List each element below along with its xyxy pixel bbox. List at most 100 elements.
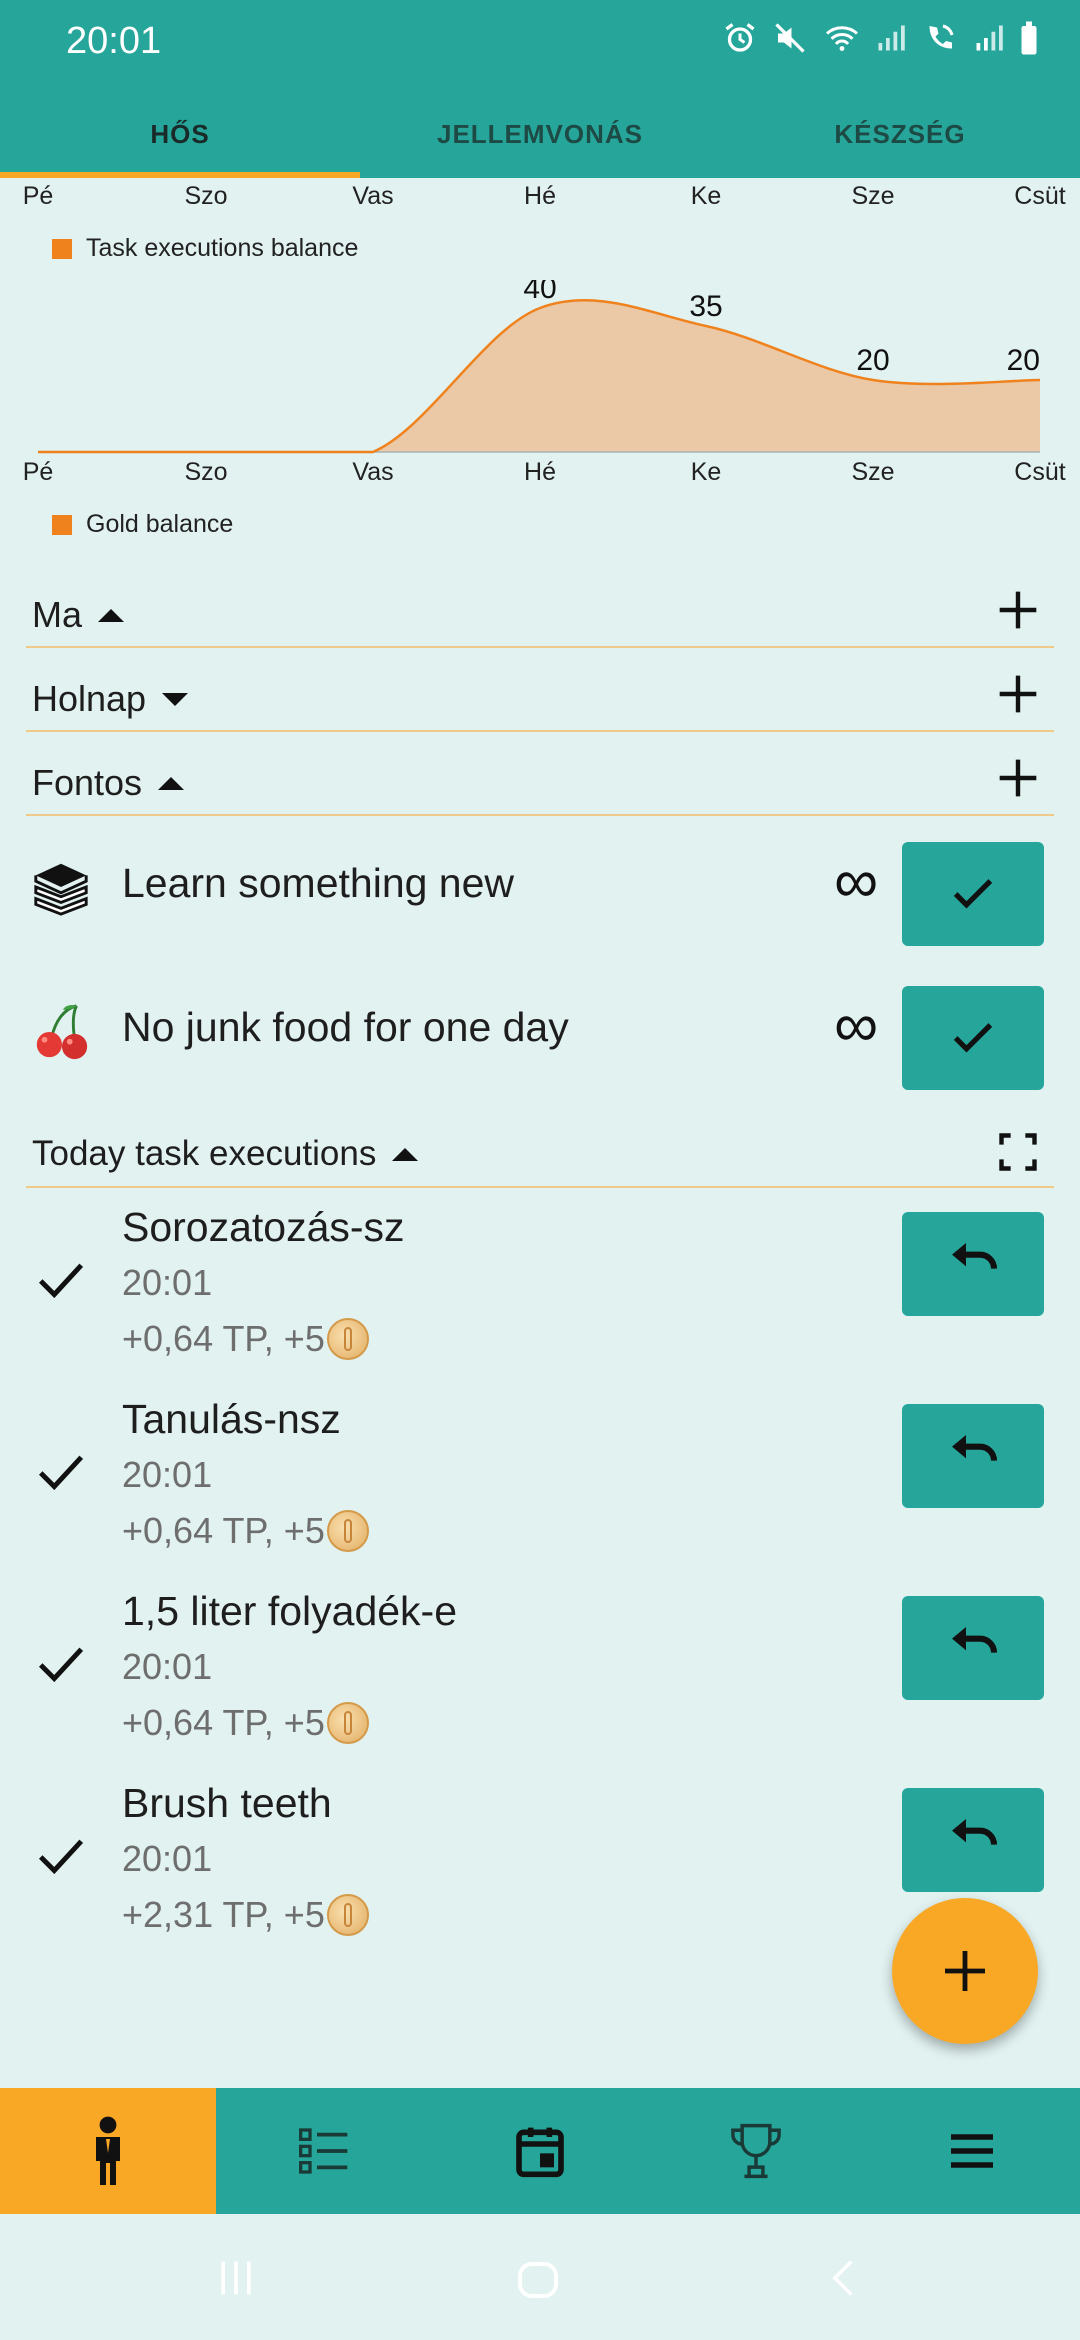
execution-reward-text: +0,64 TP, +5	[122, 1702, 325, 1743]
status-icons	[722, 20, 1040, 56]
tab-hero[interactable]: HŐS	[0, 90, 360, 178]
add-today-button[interactable]	[996, 588, 1040, 632]
chart-2-tick: Csüt	[1014, 458, 1066, 486]
legend-swatch	[52, 514, 72, 535]
chart-1-tick: Hé	[524, 182, 556, 210]
books-icon	[34, 863, 88, 916]
home-icon[interactable]	[514, 2256, 562, 2304]
legend-label-gold: Gold balance	[86, 510, 234, 538]
execution-time: 20:01	[122, 1262, 213, 1303]
recents-icon[interactable]	[214, 2256, 258, 2300]
chart-1-legend: Task executions balance	[52, 234, 358, 263]
undo-button[interactable]	[902, 1212, 1044, 1316]
infinity-icon: ∞	[834, 991, 879, 1060]
execution-title: Tanulás-nsz	[122, 1396, 341, 1442]
chart-data-label: 20	[1007, 344, 1040, 377]
collapse-icon	[392, 1147, 419, 1161]
undo-button[interactable]	[902, 1404, 1044, 1508]
tab-skills[interactable]: KÉSZSÉG	[720, 90, 1080, 178]
nav-menu[interactable]	[864, 2088, 1080, 2214]
add-fab-button[interactable]	[892, 1898, 1038, 2044]
complete-habit-button[interactable]	[902, 986, 1044, 1090]
execution-reward: +0,64 TP, +5	[122, 1702, 369, 1744]
chart-1-tick: Vas	[352, 182, 394, 210]
collapse-icon	[158, 776, 185, 790]
wifi-icon	[822, 20, 862, 56]
expand-icon	[162, 692, 189, 706]
execution-title: Brush teeth	[122, 1780, 332, 1826]
section-tomorrow: Holnap	[26, 666, 1054, 732]
execution-time: 20:01	[122, 1646, 213, 1687]
gold-balance-area	[38, 300, 1040, 452]
check-icon	[953, 1023, 993, 1053]
chart-1-tick: Sze	[851, 182, 895, 210]
tab-bar: HŐS JELLEMVONÁS KÉSZSÉG	[0, 90, 1080, 178]
legend-swatch	[52, 238, 72, 259]
section-important-label: Fontos	[32, 762, 143, 803]
complete-habit-button[interactable]	[902, 842, 1044, 946]
infinity-icon: ∞	[834, 847, 879, 916]
chart-2-tick: Sze	[851, 458, 895, 486]
add-important-button[interactable]	[996, 756, 1040, 800]
execution-reward: +0,64 TP, +5	[122, 1510, 369, 1552]
add-tomorrow-button[interactable]	[996, 672, 1040, 716]
habit-row[interactable]: No junk food for one day ∞	[26, 972, 1054, 1090]
fullscreen-icon[interactable]	[996, 1130, 1040, 1174]
gold-coin-icon	[326, 1702, 369, 1744]
gold-coin-icon	[326, 1318, 369, 1360]
chart-data-label: 40	[523, 280, 556, 305]
check-icon	[953, 879, 993, 909]
status-bar: 20:01	[0, 0, 1080, 90]
hero-icon	[96, 2116, 120, 2185]
execution-item: Brush teeth 20:01 +2,31 TP, +5	[26, 1780, 1054, 1960]
undo-button[interactable]	[902, 1788, 1044, 1892]
undo-icon	[952, 1627, 998, 1653]
chart-2-tick: Szo	[184, 458, 228, 486]
collapse-icon	[98, 608, 125, 622]
chart-2-tick: Hé	[524, 458, 556, 486]
execution-item: 1,5 liter folyadék-e 20:01 +0,64 TP, +5	[26, 1588, 1054, 1768]
done-check-icon	[38, 1839, 84, 1875]
section-executions-toggle[interactable]: Today task executions	[32, 1134, 419, 1174]
chart-1-tick: Pé	[22, 182, 54, 210]
undo-icon	[952, 1819, 998, 1845]
signal-icon	[876, 20, 906, 56]
bottom-nav	[0, 2088, 1080, 2214]
section-important: Fontos	[26, 750, 1054, 816]
habit-label: No junk food for one day	[122, 1004, 569, 1050]
habit-row[interactable]: Learn something new ∞	[26, 828, 1054, 946]
execution-reward-text: +2,31 TP, +5	[122, 1894, 325, 1935]
cherries-icon	[36, 1004, 88, 1060]
chart-1-tick: Ke	[690, 182, 722, 210]
alarm-icon	[722, 20, 758, 56]
back-icon[interactable]	[822, 2256, 866, 2300]
signal-icon-2	[974, 20, 1004, 56]
section-today: Ma	[26, 582, 1054, 648]
section-executions: Today task executions	[26, 1122, 1054, 1188]
tab-indicator	[0, 172, 360, 178]
nav-list[interactable]	[216, 2088, 432, 2214]
chart-1-x-axis: Pé Szo Vas Hé Ke Sze Csüt	[0, 182, 1080, 216]
chart-2-x-axis: Pé Szo Vas Hé Ke Sze Csüt	[0, 458, 1080, 492]
system-nav-bar	[0, 2214, 1080, 2340]
execution-reward-text: +0,64 TP, +5	[122, 1318, 325, 1359]
nav-calendar[interactable]	[432, 2088, 648, 2214]
plus-icon	[945, 1951, 985, 1991]
status-clock: 20:01	[66, 20, 162, 62]
section-important-toggle[interactable]: Fontos	[32, 762, 185, 804]
list-icon	[299, 2128, 348, 2174]
chart-2-tick: Vas	[352, 458, 394, 486]
section-today-toggle[interactable]: Ma	[32, 594, 125, 636]
undo-icon	[952, 1243, 998, 1269]
tab-traits[interactable]: JELLEMVONÁS	[360, 90, 720, 178]
trophy-icon	[731, 2123, 781, 2179]
nav-trophy[interactable]	[648, 2088, 864, 2214]
done-check-icon	[38, 1263, 84, 1299]
gold-balance-chart: 40 35 20 20	[37, 280, 1041, 454]
nav-hero[interactable]	[0, 2088, 216, 2214]
execution-reward-text: +0,64 TP, +5	[122, 1510, 325, 1551]
execution-item: Sorozatozás-sz 20:01 +0,64 TP, +5	[26, 1204, 1054, 1384]
undo-button[interactable]	[902, 1596, 1044, 1700]
execution-reward: +2,31 TP, +5	[122, 1894, 369, 1936]
section-tomorrow-toggle[interactable]: Holnap	[32, 678, 189, 720]
